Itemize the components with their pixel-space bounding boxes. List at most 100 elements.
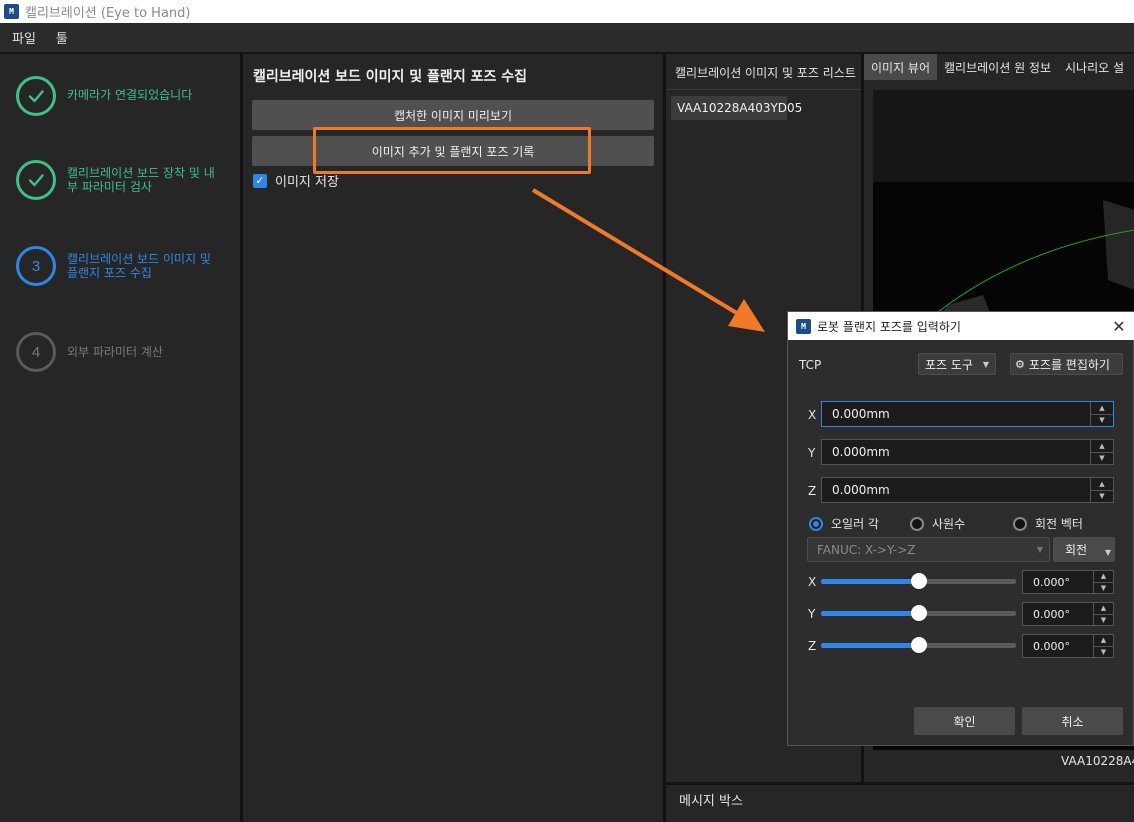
caret-down-icon: ▼ xyxy=(1104,548,1111,557)
step-board-check: 캘리브레이션 보드 장착 및 내부 파라미터 검사 xyxy=(16,160,223,200)
chevron-up-icon[interactable]: ▲ xyxy=(1091,478,1113,491)
x-position-input[interactable]: 0.000mm ▲ ▼ xyxy=(821,401,1114,427)
tab-image-viewer[interactable]: 이미지 뷰어 xyxy=(864,54,938,80)
slider-handle[interactable] xyxy=(910,605,927,621)
radio-rotation-vector[interactable]: 회전 벡터 xyxy=(1013,515,1083,532)
chevron-up-icon[interactable]: ▲ xyxy=(1094,603,1113,615)
menu-bar: 파일 툴 xyxy=(0,23,1134,52)
close-icon[interactable]: ✕ xyxy=(1109,316,1129,336)
step-collect-poses: 3 캘리브레이션 보드 이미지 및 플랜지 포즈 수집 xyxy=(16,246,223,286)
z-position-input[interactable]: 0.000mm ▲ ▼ xyxy=(821,477,1114,503)
app-logo-icon: M xyxy=(796,318,811,334)
slider-handle[interactable] xyxy=(910,637,927,653)
highlight-annotation xyxy=(313,127,591,174)
angle-z-label: Z xyxy=(808,639,817,653)
window-title-bar: M 캘리브레이션 (Eye to Hand) xyxy=(0,0,1134,23)
radio-unselected-icon xyxy=(1013,516,1027,531)
viewer-tabs: 이미지 뷰어 캘리브레이션 원 정보 시나리오 설 xyxy=(864,54,1134,80)
rotate-label: 회전 xyxy=(1065,543,1088,557)
radio-rotation-vector-label: 회전 벡터 xyxy=(1035,517,1083,531)
message-box-panel: 메시지 박스 xyxy=(666,785,1134,822)
step-number-4: 4 xyxy=(16,332,56,372)
angle-x-input[interactable]: 0.000° ▲ ▼ xyxy=(1022,570,1114,594)
chevron-down-icon[interactable]: ▼ xyxy=(1091,415,1113,427)
spin-buttons[interactable]: ▲ ▼ xyxy=(1090,402,1113,426)
euler-convention-dropdown[interactable]: FANUC: X->Y->Z ▼ xyxy=(807,537,1050,562)
step-extrinsic: 4 외부 파라미터 계산 xyxy=(16,332,223,372)
dialog-title-bar: M 로봇 플랜지 포즈를 입력하기 ✕ xyxy=(788,312,1134,340)
chevron-down-icon[interactable]: ▼ xyxy=(1094,615,1113,626)
slider-fill xyxy=(821,643,919,648)
edit-pose-button[interactable]: ⚙ 포즈를 편집하기 xyxy=(1010,353,1123,375)
step-label: 캘리브레이션 보드 장착 및 내부 파라미터 검사 xyxy=(67,166,215,194)
pose-tool-dropdown[interactable]: 포즈 도구 ▼ xyxy=(918,353,996,375)
z-position-value: 0.000mm xyxy=(832,483,890,497)
check-icon xyxy=(16,76,56,116)
flange-pose-dialog: M 로봇 플랜지 포즈를 입력하기 ✕ TCP 포즈 도구 ▼ ⚙ 포즈를 편집… xyxy=(787,311,1134,746)
ok-button[interactable]: 확인 xyxy=(914,707,1015,735)
euler-convention-value: FANUC: X->Y->Z xyxy=(817,542,916,557)
chevron-down-icon[interactable]: ▼ xyxy=(1094,647,1113,658)
spin-buttons[interactable]: ▲ ▼ xyxy=(1090,440,1113,464)
caret-down-icon: ▼ xyxy=(982,359,989,369)
cancel-button[interactable]: 취소 xyxy=(1022,707,1123,735)
chevron-up-icon[interactable]: ▲ xyxy=(1094,635,1113,647)
spin-buttons[interactable]: ▲ ▼ xyxy=(1093,571,1113,593)
rotate-button[interactable]: 회전 ▼ xyxy=(1053,537,1115,562)
radio-quaternion[interactable]: 사원수 xyxy=(910,515,965,532)
app-logo-icon: M xyxy=(4,4,19,19)
angle-y-value: 0.000° xyxy=(1033,607,1070,621)
gear-icon: ⚙ xyxy=(1015,357,1025,371)
angle-x-value: 0.000° xyxy=(1033,575,1070,589)
caret-down-icon: ▼ xyxy=(1036,545,1043,554)
slider-fill xyxy=(821,579,919,584)
dialog-title: 로봇 플랜지 포즈를 입력하기 xyxy=(817,319,961,334)
chevron-down-icon[interactable]: ▼ xyxy=(1091,453,1113,465)
image-list-title: 캘리브레이션 이미지 및 포즈 리스트 xyxy=(675,66,856,80)
x-label: X xyxy=(808,408,817,422)
spin-buttons[interactable]: ▲ ▼ xyxy=(1090,478,1113,502)
slider-fill xyxy=(821,611,919,616)
angle-z-input[interactable]: 0.000° ▲ ▼ xyxy=(1022,634,1114,658)
y-position-value: 0.000mm xyxy=(832,445,890,459)
y-label: Y xyxy=(808,446,816,460)
step-label: 카메라가 연결되었습니다 xyxy=(67,88,193,102)
radio-euler-label: 오일러 각 xyxy=(831,517,879,531)
step-number-3: 3 xyxy=(16,246,56,286)
menu-tools[interactable]: 툴 xyxy=(56,28,68,47)
x-position-value: 0.000mm xyxy=(832,407,890,421)
angle-z-slider[interactable] xyxy=(821,637,1016,653)
pose-tool-value: 포즈 도구 xyxy=(925,357,973,372)
tab-circle-info[interactable]: 캘리브레이션 원 정보 xyxy=(937,54,1058,80)
z-label: Z xyxy=(808,484,817,498)
window-title: 캘리브레이션 (Eye to Hand) xyxy=(25,6,191,21)
radio-selected-icon xyxy=(809,516,823,531)
chevron-up-icon[interactable]: ▲ xyxy=(1094,571,1113,583)
tab-scenario[interactable]: 시나리오 설 xyxy=(1058,54,1131,80)
radio-unselected-icon xyxy=(910,516,924,531)
preview-images-button[interactable]: 캡처한 이미지 미리보기 xyxy=(252,100,654,130)
chevron-up-icon[interactable]: ▲ xyxy=(1091,440,1113,453)
spin-buttons[interactable]: ▲ ▼ xyxy=(1093,635,1113,657)
message-box-title: 메시지 박스 xyxy=(679,794,743,809)
slider-handle[interactable] xyxy=(910,573,927,589)
divider xyxy=(666,89,861,90)
edit-pose-label: 포즈를 편집하기 xyxy=(1028,357,1110,372)
angle-x-slider[interactable] xyxy=(821,573,1016,589)
chevron-down-icon[interactable]: ▼ xyxy=(1091,491,1113,503)
spin-buttons[interactable]: ▲ ▼ xyxy=(1093,603,1113,625)
radio-quaternion-label: 사원수 xyxy=(932,517,966,531)
step-label: 캘리브레이션 보드 이미지 및 플랜지 포즈 수집 xyxy=(67,252,211,280)
list-item[interactable]: VAA10228A403YD05 xyxy=(671,96,802,120)
chevron-up-icon[interactable]: ▲ xyxy=(1091,402,1113,415)
step-panel: 카메라가 연결되었습니다 캘리브레이션 보드 장착 및 내부 파라미터 검사 3… xyxy=(0,54,240,822)
angle-y-input[interactable]: 0.000° ▲ ▼ xyxy=(1022,602,1114,626)
y-position-input[interactable]: 0.000mm ▲ ▼ xyxy=(821,439,1114,465)
camera-serial-label: VAA10228A403YD05 xyxy=(1061,754,1134,768)
angle-y-label: Y xyxy=(808,607,816,621)
radio-euler[interactable]: 오일러 각 xyxy=(809,515,879,532)
check-icon xyxy=(16,160,56,200)
angle-y-slider[interactable] xyxy=(821,605,1016,621)
menu-file[interactable]: 파일 xyxy=(12,28,36,47)
chevron-down-icon[interactable]: ▼ xyxy=(1094,583,1113,594)
